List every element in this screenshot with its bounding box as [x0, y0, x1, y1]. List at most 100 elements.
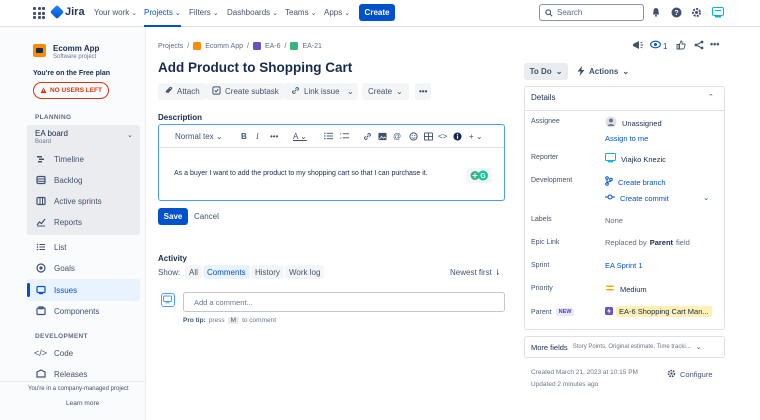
chevron-down-icon: ⌄ — [347, 87, 354, 96]
more-fields-section[interactable]: More fields Story Points, Original estim… — [524, 336, 725, 358]
more-actions-button[interactable]: ••• — [415, 83, 432, 100]
chevron-up-icon[interactable]: ⌃ — [708, 93, 714, 101]
board-selector[interactable]: EA board — [35, 129, 68, 138]
feedback-megaphone-icon[interactable] — [632, 40, 644, 53]
activity-filter-history[interactable]: History — [251, 265, 284, 279]
link-icon[interactable] — [363, 132, 372, 143]
sidebar-item-components[interactable]: Components — [35, 303, 99, 319]
learn-more-link[interactable]: Learn more — [66, 400, 99, 407]
sprint-value[interactable]: EA Sprint 1 — [605, 261, 643, 270]
link-issue-dropdown[interactable]: ⌄ — [343, 83, 358, 100]
code-snippet-icon[interactable]: <> — [438, 132, 447, 141]
share-icon[interactable] — [694, 40, 704, 53]
breadcrumb-projects[interactable]: Projects — [158, 43, 183, 50]
app-switcher-icon[interactable] — [33, 7, 45, 19]
nav-teams[interactable]: Teams ⌄ — [285, 8, 316, 17]
text-style-dropdown[interactable]: Normal tex ⌄ — [175, 132, 223, 141]
activity-filter-work-log[interactable]: Work log — [285, 265, 325, 279]
sidebar-item-backlog[interactable]: Backlog — [35, 172, 82, 188]
description-text[interactable]: As a buyer I want to add the product to … — [174, 170, 428, 177]
bold-button[interactable]: B — [241, 132, 247, 141]
create-button[interactable]: Create — [359, 4, 395, 21]
numbered-list-icon[interactable]: 12 — [340, 132, 349, 142]
jira-logo[interactable]: Jira — [49, 4, 85, 20]
breadcrumb-project[interactable]: Ecomm App — [205, 43, 243, 50]
image-icon[interactable] — [378, 132, 387, 143]
create-branch-link[interactable]: Create branch — [605, 176, 666, 188]
sidebar-item-timeline[interactable]: Timeline — [35, 151, 84, 167]
sidebar-item-code[interactable]: </> Code — [34, 345, 73, 361]
mention-icon[interactable]: @ — [393, 132, 401, 141]
grammarly-icon[interactable]: G — [466, 168, 492, 183]
assign-to-me-link[interactable]: Assign to me — [605, 134, 648, 143]
nav-apps[interactable]: Apps ⌄ — [324, 8, 350, 17]
sort-icon: ⇂ — [494, 268, 501, 277]
chevron-down-icon: ⌄ — [622, 67, 630, 76]
keyboard-shortcut: M — [227, 317, 240, 324]
project-avatar — [33, 44, 46, 57]
story-icon — [290, 42, 299, 50]
sidebar-item-issues[interactable]: Issues — [35, 282, 77, 298]
text-color-button[interactable]: A ⌄ — [293, 132, 307, 141]
settings-gear-icon[interactable] — [690, 6, 702, 18]
activity-filter-comments[interactable]: Comments — [203, 265, 250, 279]
assignee-value[interactable]: Unassigned — [605, 116, 662, 130]
insert-more-button[interactable]: + ⌄ — [469, 132, 483, 141]
description-editor[interactable]: Normal tex ⌄ B I ••• A ⌄ 12 @ <> + ⌄ As … — [158, 124, 505, 201]
chevron-down-icon[interactable]: ⌄ — [703, 193, 709, 202]
watch-button[interactable]: 1 — [650, 40, 667, 52]
info-icon[interactable] — [453, 132, 462, 143]
notifications-icon[interactable] — [650, 6, 662, 18]
sidebar-item-releases[interactable]: Releases — [35, 366, 87, 382]
active-nav-indicator — [144, 25, 181, 27]
chevron-down-icon[interactable]: ⌄ — [127, 131, 133, 139]
more-horizontal-icon: ••• — [419, 87, 428, 96]
chevron-down-icon: ⌄ — [174, 10, 181, 17]
updated-timestamp: Updated 2 minutes ago — [531, 381, 599, 388]
status-dropdown[interactable]: To Do ⌄ — [524, 63, 568, 80]
save-button[interactable]: Save — [158, 208, 188, 225]
sidebar-item-list[interactable]: List — [35, 239, 66, 255]
emoji-icon[interactable] — [409, 132, 418, 143]
nav-projects[interactable]: Projects ⌄ — [144, 8, 181, 17]
more-formatting-button[interactable]: ••• — [270, 132, 278, 141]
create-commit-link[interactable]: Create commit — [605, 193, 669, 203]
link-issue-button[interactable]: Link issue — [285, 83, 346, 100]
parent-value[interactable]: EA-6 Shopping Cart Man... — [605, 306, 712, 317]
labels-value[interactable]: None — [605, 216, 623, 225]
issue-title[interactable]: Add Product to Shopping Cart — [158, 60, 352, 75]
cancel-button[interactable]: Cancel — [194, 208, 219, 225]
search-input[interactable]: Search — [539, 4, 644, 21]
help-icon[interactable]: ? — [670, 6, 682, 18]
bullet-list-icon[interactable] — [324, 132, 333, 142]
project-name[interactable]: Ecomm App — [53, 44, 99, 53]
sidebar-item-active-sprints[interactable]: Active sprints — [35, 193, 102, 209]
create-dropdown-button[interactable]: Create ⌄ — [362, 83, 409, 100]
sort-newest-first[interactable]: Newest first ⇂ — [450, 268, 501, 277]
attach-button[interactable]: Attach — [158, 83, 206, 100]
project-sidebar: Ecomm App Software project You're on the… — [0, 27, 146, 420]
nav-filters[interactable]: Filters ⌄ — [189, 8, 219, 17]
breadcrumb-issue[interactable]: EA-21 — [302, 43, 321, 50]
nav-dashboards[interactable]: Dashboards ⌄ — [227, 8, 278, 17]
more-horizontal-icon[interactable]: ••• — [710, 39, 719, 49]
sidebar-item-goals[interactable]: Goals — [35, 260, 75, 276]
italic-button[interactable]: I — [256, 132, 259, 141]
profile-avatar-icon[interactable] — [712, 6, 724, 18]
actions-dropdown[interactable]: Actions ⌄ — [577, 63, 629, 80]
thumbs-up-icon[interactable] — [676, 40, 686, 53]
sidebar-item-reports[interactable]: Reports — [35, 214, 82, 230]
activity-filter-all[interactable]: All — [185, 265, 202, 279]
breadcrumb-epic[interactable]: EA-6 — [265, 43, 281, 50]
table-icon[interactable] — [424, 132, 433, 143]
chevron-down-icon: ⌄ — [555, 67, 563, 76]
details-header[interactable]: Details — [531, 93, 555, 102]
priority-value[interactable]: Medium — [605, 284, 647, 294]
nav-your-work[interactable]: Your work ⌄ — [94, 8, 137, 17]
configure-button[interactable]: Configure — [667, 369, 713, 380]
chevron-down-icon: ⌄ — [131, 10, 138, 17]
comment-input[interactable]: Add a comment... — [183, 292, 505, 312]
reporter-value[interactable]: Viajko Knezic — [605, 153, 666, 165]
no-users-left-badge[interactable]: NO USERS LEFT — [33, 82, 109, 99]
create-subtask-button[interactable]: Create subtask — [206, 83, 285, 100]
